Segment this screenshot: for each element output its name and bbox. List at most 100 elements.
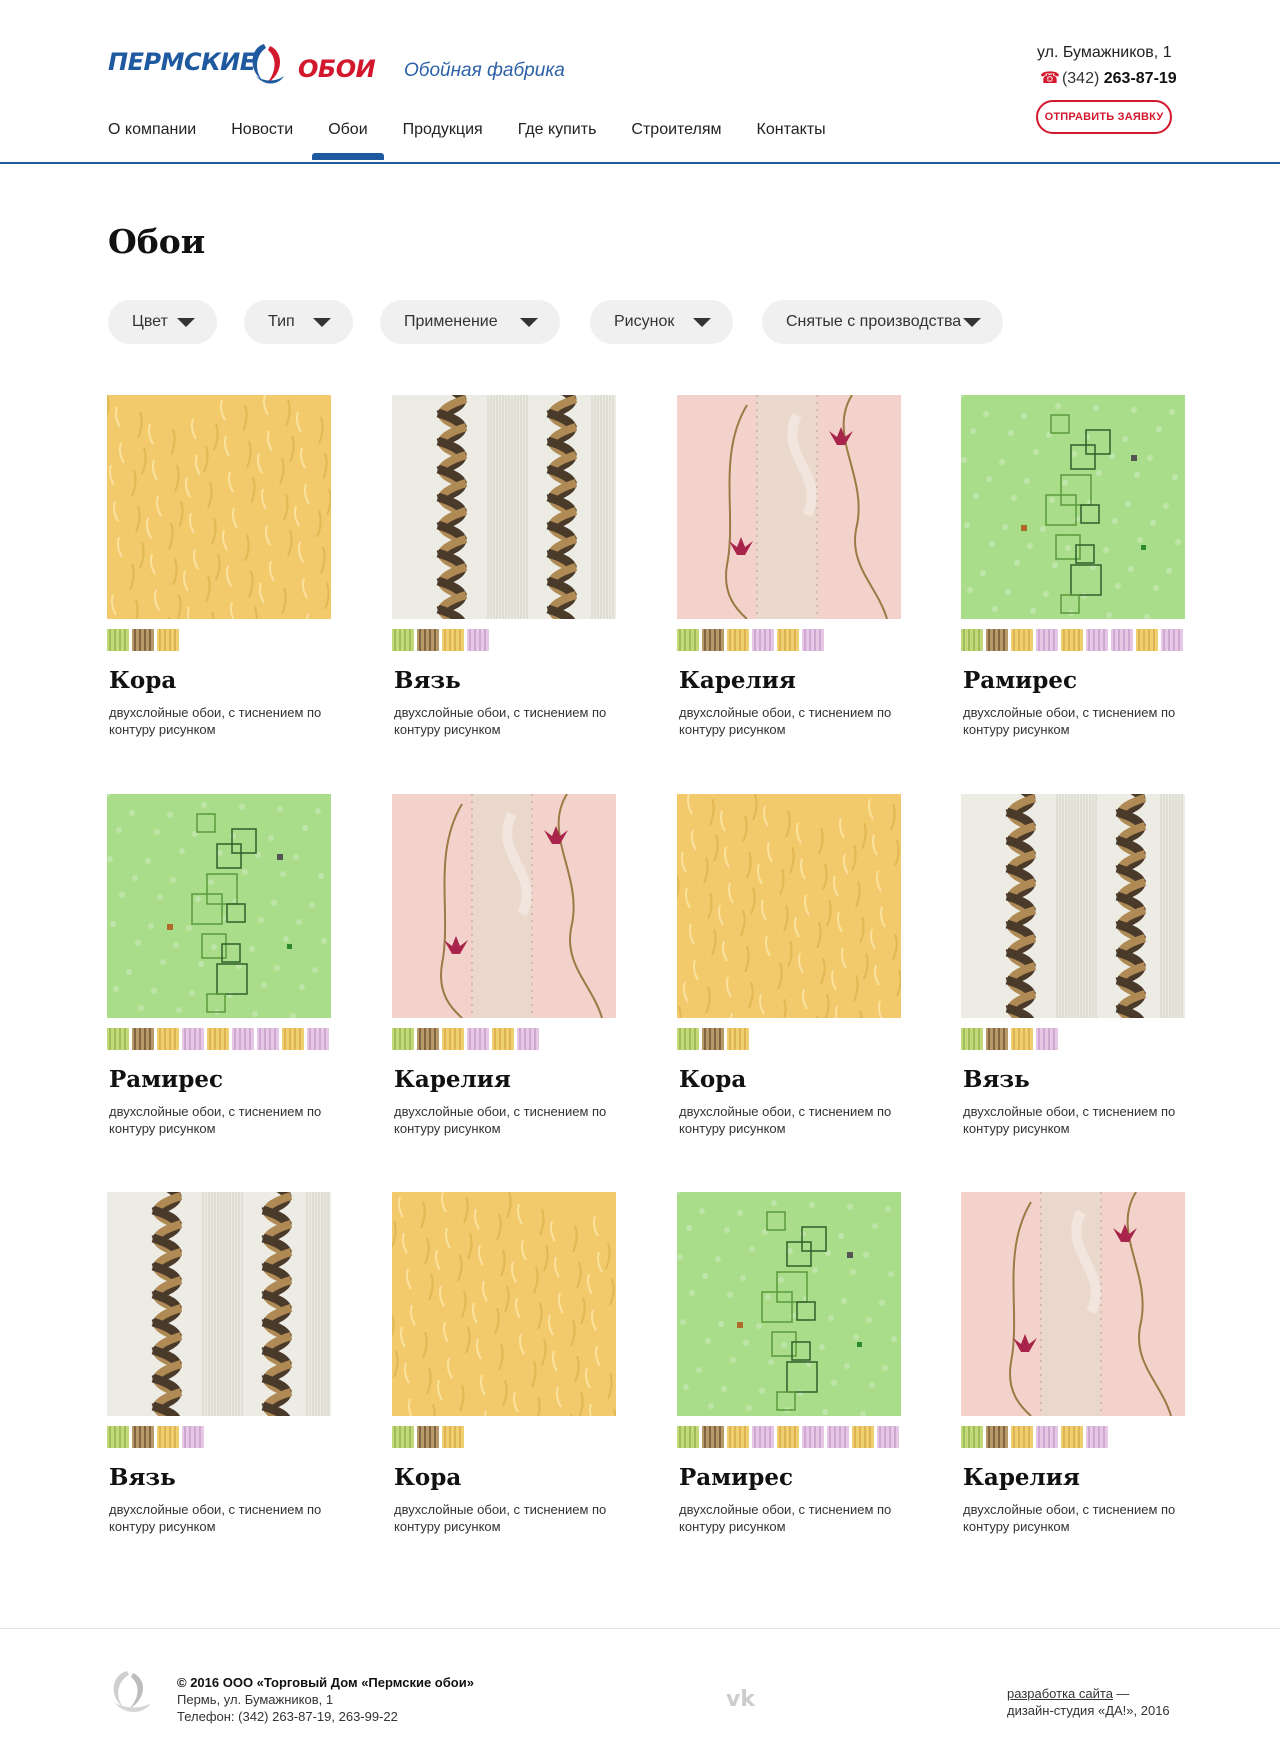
filter-dropdown[interactable]: Рисунок [590,300,733,344]
color-variant-chip[interactable] [677,1426,699,1448]
color-variant-chip[interactable] [1161,629,1183,651]
color-variant-chip[interactable] [417,1426,439,1448]
color-variant-chip[interactable] [802,629,824,651]
product-title[interactable]: Карелия [394,1066,511,1093]
color-variant-chip[interactable] [207,1028,229,1050]
product-image[interactable] [392,380,616,657]
color-variant-chip[interactable] [442,1426,464,1448]
send-request-button[interactable]: ОТПРАВИТЬ ЗАЯВКУ [1036,100,1172,134]
color-variant-chip[interactable] [1011,1028,1033,1050]
color-variant-chip[interactable] [107,1426,129,1448]
nav-item[interactable]: Продукция [403,118,483,162]
color-variant-chip[interactable] [1036,1028,1058,1050]
product-title[interactable]: Вязь [963,1066,1030,1093]
color-variant-chip[interactable] [752,629,774,651]
color-variant-chip[interactable] [467,629,489,651]
color-variant-chip[interactable] [986,629,1008,651]
product-title[interactable]: Рамирес [109,1066,223,1093]
color-variant-chip[interactable] [442,1028,464,1050]
product-title[interactable]: Рамирес [679,1464,793,1491]
color-variant-chip[interactable] [132,1028,154,1050]
developer-link[interactable]: разработка сайта [1007,1686,1113,1701]
vk-icon[interactable]: vk [726,1687,755,1712]
color-variant-chip[interactable] [677,629,699,651]
product-title[interactable]: Кора [109,667,176,694]
color-variant-chip[interactable] [132,629,154,651]
product-title[interactable]: Кора [679,1066,746,1093]
header-phone[interactable]: ☎ (342) 263-87-19 [1040,68,1177,88]
nav-item[interactable]: Контакты [757,118,826,162]
color-variant-chip[interactable] [702,1028,724,1050]
color-variant-chip[interactable] [392,629,414,651]
color-variant-chip[interactable] [961,629,983,651]
color-variant-chip[interactable] [157,1426,179,1448]
nav-item[interactable]: Где купить [518,118,597,162]
color-variant-chip[interactable] [677,1028,699,1050]
color-variant-chip[interactable] [417,1028,439,1050]
color-variant-chip[interactable] [961,1426,983,1448]
product-image[interactable] [392,793,616,1019]
color-variant-chip[interactable] [777,1426,799,1448]
product-title[interactable]: Карелия [679,667,796,694]
color-variant-chip[interactable] [182,1028,204,1050]
nav-item[interactable]: Новости [231,118,293,162]
product-image[interactable] [389,1191,617,1441]
color-variant-chip[interactable] [1011,629,1033,651]
color-variant-chip[interactable] [986,1426,1008,1448]
nav-item[interactable]: О компании [108,118,196,162]
color-variant-chip[interactable] [1061,1426,1083,1448]
color-variant-chip[interactable] [702,1426,724,1448]
color-variant-chip[interactable] [282,1028,304,1050]
product-title[interactable]: Карелия [963,1464,1080,1491]
color-variant-chip[interactable] [157,629,179,651]
product-image[interactable] [107,1177,331,1454]
color-variant-chip[interactable] [257,1028,279,1050]
product-image[interactable] [961,779,1185,1056]
nav-item[interactable]: Строителям [631,118,721,162]
logo[interactable]: ПЕРМСКИЕ ОБОИ [108,40,376,90]
color-variant-chip[interactable] [777,629,799,651]
color-variant-chip[interactable] [392,1426,414,1448]
filter-dropdown[interactable]: Снятые с производства [762,300,1003,344]
product-image[interactable] [958,392,1185,620]
color-variant-chip[interactable] [1111,629,1133,651]
product-title[interactable]: Рамирес [963,667,1077,694]
color-variant-chip[interactable] [802,1426,824,1448]
color-variant-chip[interactable] [467,1028,489,1050]
color-variant-chip[interactable] [961,1028,983,1050]
color-variant-chip[interactable] [1011,1426,1033,1448]
color-variant-chip[interactable] [492,1028,514,1050]
color-variant-chip[interactable] [727,1028,749,1050]
color-variant-chip[interactable] [1036,1426,1058,1448]
color-variant-chip[interactable] [1086,1426,1108,1448]
color-variant-chip[interactable] [702,629,724,651]
color-variant-chip[interactable] [1036,629,1058,651]
filter-dropdown[interactable]: Тип [244,300,353,344]
color-variant-chip[interactable] [727,629,749,651]
color-variant-chip[interactable] [852,1426,874,1448]
color-variant-chip[interactable] [986,1028,1008,1050]
product-title[interactable]: Кора [394,1464,461,1491]
color-variant-chip[interactable] [442,629,464,651]
product-title[interactable]: Вязь [109,1464,176,1491]
color-variant-chip[interactable] [1086,629,1108,651]
color-variant-chip[interactable] [1136,629,1158,651]
color-variant-chip[interactable] [132,1426,154,1448]
color-variant-chip[interactable] [232,1028,254,1050]
color-variant-chip[interactable] [107,629,129,651]
product-image[interactable] [104,791,331,1019]
color-variant-chip[interactable] [417,629,439,651]
color-variant-chip[interactable] [752,1426,774,1448]
color-variant-chip[interactable] [1061,629,1083,651]
product-image[interactable] [674,1189,901,1417]
filter-dropdown[interactable]: Цвет [108,300,217,344]
nav-item[interactable]: Обои [312,118,385,162]
product-image[interactable] [677,394,901,620]
color-variant-chip[interactable] [827,1426,849,1448]
color-variant-chip[interactable] [877,1426,899,1448]
product-title[interactable]: Вязь [394,667,461,694]
product-image[interactable] [104,394,332,644]
color-variant-chip[interactable] [157,1028,179,1050]
color-variant-chip[interactable] [107,1028,129,1050]
color-variant-chip[interactable] [517,1028,539,1050]
